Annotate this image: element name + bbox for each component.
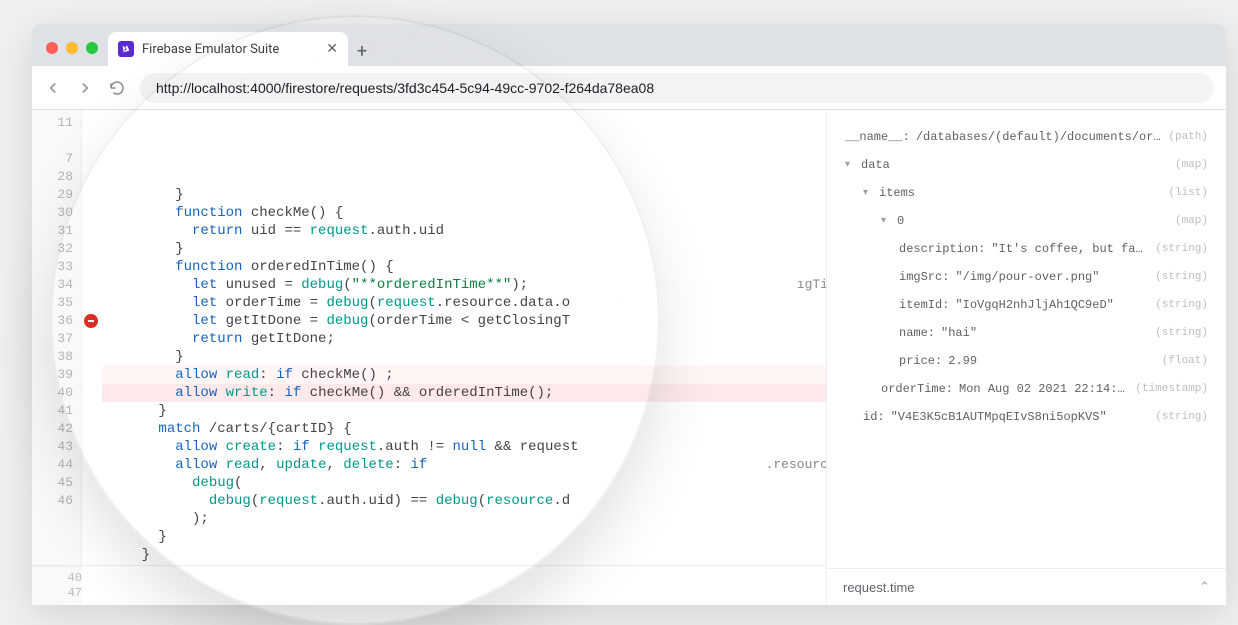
inspector-field: imgSrc: "/img/pour-over.png"(string)	[845, 270, 1208, 284]
field-id: id: "V4E3K5cB1AUTMpqEIvS8ni5opKVS" (stri…	[845, 410, 1208, 424]
field-items[interactable]: items (list)	[845, 186, 1208, 200]
line-number: 41	[32, 402, 81, 420]
line-number: 30	[32, 204, 81, 222]
line-number: 28	[32, 168, 81, 186]
line-number: 34	[32, 276, 81, 294]
line-number: 32	[32, 240, 81, 258]
code-line: }	[102, 402, 826, 420]
field-data[interactable]: data (map)	[845, 158, 1208, 172]
caret-down-icon	[845, 159, 855, 171]
code-line: allow create: if request.auth != null &&…	[102, 438, 826, 456]
code-line: );	[102, 510, 826, 528]
close-window-icon[interactable]	[46, 42, 58, 54]
inspector-field: price: 2.99(float)	[845, 354, 1208, 368]
section-label: request.time	[843, 580, 915, 595]
browser-window: Firebase Emulator Suite ✕ + 117282930313…	[32, 24, 1226, 605]
field-ordertime: orderTime: Mon Aug 02 2021 22:14:46 GM… …	[845, 382, 1208, 396]
line-number	[32, 132, 81, 150]
url-bar[interactable]	[140, 73, 1214, 103]
line-number: 40	[32, 384, 81, 402]
line-number: 7	[32, 150, 81, 168]
gutter-footer: 4047	[32, 566, 82, 605]
line-number: 42	[32, 420, 81, 438]
code-line: debug(	[102, 474, 826, 492]
code-line: debug(request.auth.uid) == debug(resourc…	[102, 492, 826, 510]
code-line: }	[102, 528, 826, 546]
traffic-lights	[40, 42, 108, 66]
maximize-window-icon[interactable]	[86, 42, 98, 54]
inspector-panel: __name__: /databases/(default)/documents…	[826, 110, 1226, 605]
code-pane: 1172829303132333435363738394041424344454…	[32, 110, 826, 605]
line-number: 29	[32, 186, 81, 204]
line-gutter: 11 72829303132333435363738394041424344454…	[32, 110, 82, 565]
line-number: 37	[32, 330, 81, 348]
tab-title: Firebase Emulator Suite	[142, 42, 279, 57]
reload-button[interactable]	[108, 79, 126, 97]
tab-strip: Firebase Emulator Suite ✕ +	[32, 24, 1226, 66]
line-number: 35	[32, 294, 81, 312]
firebase-favicon-icon	[118, 41, 134, 57]
section-request-time[interactable]: request.time ⌃	[827, 568, 1226, 605]
marker-column	[82, 110, 102, 565]
line-number: 45	[32, 474, 81, 492]
line-number: 36	[32, 312, 81, 330]
overflow-text: .resourc	[766, 456, 826, 474]
line-number: 44	[32, 456, 81, 474]
code-line: }	[102, 186, 826, 204]
code-line: let getItDone = debug(orderTime < getClo…	[102, 312, 826, 330]
browser-toolbar	[32, 66, 1226, 110]
line-number: 39	[32, 366, 81, 384]
new-tab-button[interactable]: +	[348, 41, 376, 66]
code-line: let orderTime = debug(request.resource.d…	[102, 294, 826, 312]
chevron-up-icon: ⌃	[1199, 579, 1210, 595]
field-index-0[interactable]: 0 (map)	[845, 214, 1208, 228]
error-marker-icon[interactable]	[84, 314, 98, 328]
overflow-text: ıgTi	[797, 276, 826, 294]
line-number: 43	[32, 438, 81, 456]
code-line: return getItDone;	[102, 330, 826, 348]
line-number: 46	[32, 492, 81, 510]
code-line: allow read: if checkMe() ;	[102, 366, 826, 384]
code-line: }	[102, 240, 826, 258]
back-button[interactable]	[44, 79, 62, 97]
code-line: return uid == request.auth.uid	[102, 222, 826, 240]
inspector-field: itemId: "IoVgqH2nhJljAh1QC9eD"(string)	[845, 298, 1208, 312]
line-number: 31	[32, 222, 81, 240]
code-editor[interactable]: ıgTi .resourc } function checkMe() { ret…	[102, 110, 826, 565]
line-number: 38	[32, 348, 81, 366]
code-line: }	[102, 348, 826, 366]
line-number: 47	[32, 586, 82, 601]
line-number: 40	[32, 571, 82, 586]
code-line: }	[102, 546, 826, 564]
browser-tab[interactable]: Firebase Emulator Suite ✕	[108, 32, 348, 66]
line-number: 33	[32, 258, 81, 276]
inspector-field: name: "hai"(string)	[845, 326, 1208, 340]
code-line: function orderedInTime() {	[102, 258, 826, 276]
caret-down-icon	[863, 187, 873, 199]
line-number: 11	[32, 114, 81, 132]
content-area: 1172829303132333435363738394041424344454…	[32, 110, 1226, 605]
minimize-window-icon[interactable]	[66, 42, 78, 54]
code-line: let unused = debug("**orderedInTime**");	[102, 276, 826, 294]
close-tab-icon[interactable]: ✕	[326, 41, 338, 57]
code-line: match /carts/{cartID} {	[102, 420, 826, 438]
inspector-field: description: "It's coffee, but fanc…(str…	[845, 242, 1208, 256]
forward-button[interactable]	[76, 79, 94, 97]
code-line: allow write: if checkMe() && orderedInTi…	[102, 384, 826, 402]
code-line: }	[102, 564, 826, 565]
code-line: allow read, update, delete: if	[102, 456, 826, 474]
caret-down-icon	[881, 215, 891, 227]
field-name: __name__: /databases/(default)/documents…	[845, 130, 1208, 144]
code-line: function checkMe() {	[102, 204, 826, 222]
